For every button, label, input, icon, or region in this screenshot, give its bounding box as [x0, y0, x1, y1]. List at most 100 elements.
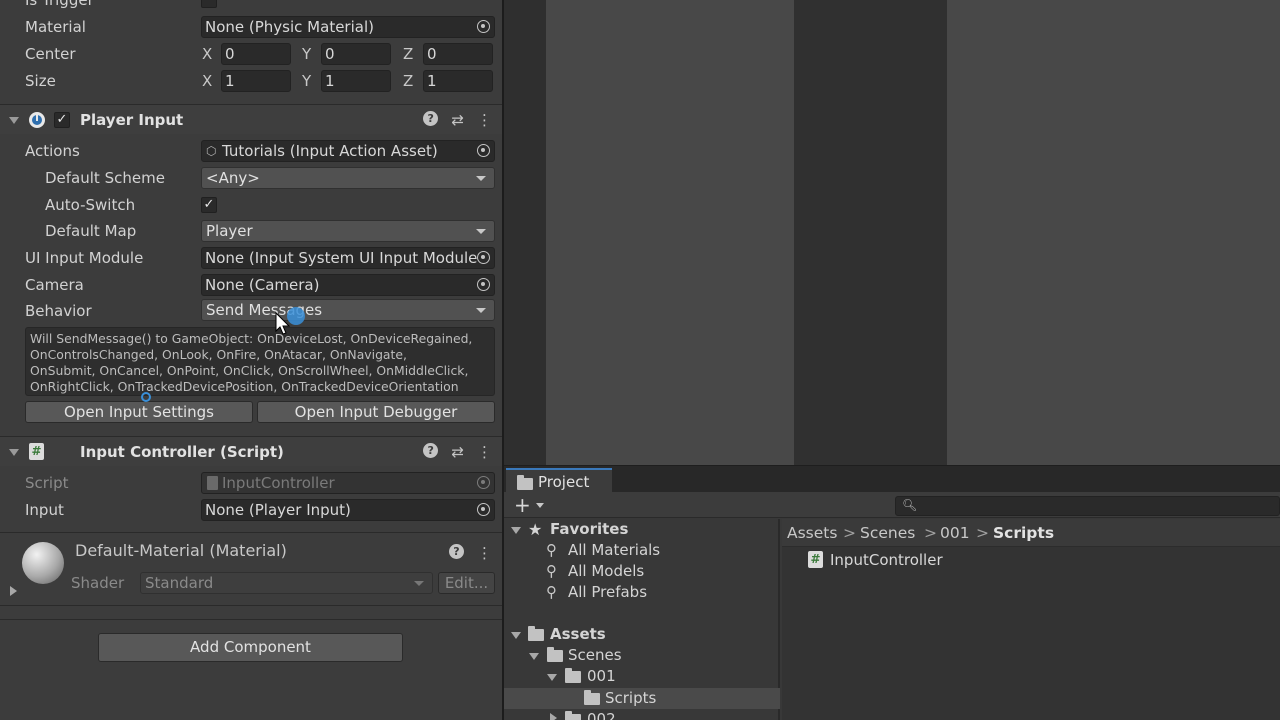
help-icon[interactable]: ?	[423, 443, 439, 458]
shader-dropdown[interactable]: Standard	[140, 572, 433, 594]
script-value: InputController	[222, 474, 335, 492]
star-icon: ★	[528, 520, 543, 539]
favorite-item[interactable]: All Prefabs	[568, 582, 647, 603]
ui-input-module-field[interactable]: None (Input System UI Input Module	[201, 247, 495, 269]
behavior-dropdown[interactable]: Send Messages	[201, 299, 495, 321]
presets-icon[interactable]: ⇄	[451, 111, 464, 129]
open-input-settings-button[interactable]: Open Input Settings	[25, 401, 253, 423]
scene-view[interactable]	[504, 0, 1280, 465]
auto-switch-checkbox[interactable]: ✓	[201, 197, 217, 213]
size-z-label[interactable]: Z	[403, 68, 413, 94]
default-map-dropdown[interactable]: Player	[201, 220, 495, 242]
material-preview-sphere	[22, 542, 64, 584]
breadcrumb-item[interactable]: 001	[940, 519, 970, 547]
player-input-header[interactable]: ✓ Player Input ? ⇄ ⋮	[0, 104, 502, 134]
foldout-arrow-icon[interactable]	[529, 653, 539, 660]
input-label: Input	[25, 501, 64, 519]
center-z-label[interactable]: Z	[403, 41, 413, 67]
header-icons: ? ⇄ ⋮	[415, 111, 492, 129]
favorites-label[interactable]: Favorites	[550, 519, 628, 540]
tree-scenes[interactable]: Scenes	[568, 645, 622, 666]
foldout-arrow-icon[interactable]	[550, 713, 557, 720]
size-z-field[interactable]: 1	[423, 70, 493, 92]
size-x-label[interactable]: X	[202, 68, 212, 94]
size-row: Size X 1 Y 1 Z 1	[0, 68, 502, 94]
center-y-label[interactable]: Y	[302, 41, 311, 67]
more-menu-icon[interactable]: ⋮	[477, 443, 492, 461]
default-scheme-dropdown[interactable]: <Any>	[201, 167, 495, 189]
help-icon[interactable]: ?	[448, 544, 464, 559]
camera-field[interactable]: None (Camera)	[201, 274, 495, 296]
tree-scripts[interactable]: Scripts	[605, 688, 656, 709]
project-search-input[interactable]: 🔍︎	[895, 496, 1280, 516]
component-enabled-checkbox[interactable]: ✓	[54, 112, 70, 128]
ui-input-module-value: None (Input System UI Input Module	[205, 249, 478, 267]
open-input-debugger-button[interactable]: Open Input Debugger	[257, 401, 495, 423]
breadcrumb-item[interactable]: Scenes	[860, 519, 915, 547]
player-input-icon	[29, 112, 45, 128]
center-label: Center	[25, 45, 76, 63]
more-menu-icon[interactable]: ⋮	[477, 111, 492, 129]
breadcrumb: Assets > Scenes > 001 > Scripts	[782, 519, 1280, 547]
create-plus-icon[interactable]: +	[514, 492, 531, 518]
is-trigger-checkbox[interactable]	[201, 0, 217, 8]
foldout-arrow-icon[interactable]	[10, 586, 17, 596]
object-picker-icon[interactable]	[477, 251, 490, 264]
search-icon: ⚲	[546, 541, 557, 559]
default-map-row: Default Map Player	[0, 218, 502, 244]
more-menu-icon[interactable]: ⋮	[477, 544, 492, 562]
center-x-label[interactable]: X	[202, 41, 212, 67]
center-z-field[interactable]: 0	[423, 43, 493, 65]
search-icon: 🔍︎	[902, 498, 918, 512]
size-x-field[interactable]: 1	[221, 70, 291, 92]
favorite-item[interactable]: All Models	[568, 561, 644, 582]
material-field[interactable]: None (Physic Material)	[201, 16, 495, 38]
size-y-field[interactable]: 1	[321, 70, 391, 92]
camera-row: Camera None (Camera)	[0, 272, 502, 298]
file-name: InputController	[830, 551, 943, 569]
actions-field[interactable]: ⬡ Tutorials (Input Action Asset)	[201, 140, 495, 162]
inspector-panel: Is Trigger Material None (Physic Materia…	[0, 0, 502, 720]
foldout-arrow-icon[interactable]	[9, 449, 19, 456]
object-picker-icon[interactable]	[477, 20, 490, 33]
script-label: Script	[25, 474, 69, 492]
project-tab-bar: Project	[504, 465, 1280, 493]
help-line: OnSubmit, OnCancel, OnPoint, OnClick, On…	[30, 363, 469, 378]
foldout-arrow-icon[interactable]	[9, 117, 19, 124]
auto-switch-row: Auto-Switch ✓	[0, 192, 502, 218]
object-picker-icon[interactable]	[477, 278, 490, 291]
folder-icon	[547, 647, 563, 662]
tree-002[interactable]: 002	[587, 709, 616, 720]
scene-region	[546, 0, 794, 465]
help-icon[interactable]: ?	[423, 111, 439, 126]
breadcrumb-item[interactable]: Assets	[787, 519, 837, 547]
default-scheme-row: Default Scheme <Any>	[0, 165, 502, 191]
default-scheme-label: Default Scheme	[45, 169, 165, 187]
edit-shader-button[interactable]: Edit...	[438, 572, 495, 594]
object-picker-icon[interactable]	[477, 144, 490, 157]
object-picker-icon[interactable]	[477, 503, 490, 516]
divider	[0, 532, 502, 533]
help-line: OnRightClick, OnTrackedDevicePosition, O…	[30, 379, 459, 394]
chevron-down-icon[interactable]	[536, 503, 544, 508]
tree-001[interactable]: 001	[587, 666, 616, 687]
actions-row: Actions ⬡ Tutorials (Input Action Asset)	[0, 138, 502, 164]
tree-assets[interactable]: Assets	[550, 624, 606, 645]
tab-project[interactable]: Project	[506, 468, 612, 493]
center-y-field[interactable]: 0	[321, 43, 391, 65]
foldout-arrow-icon[interactable]	[511, 632, 521, 639]
center-x-field[interactable]: 0	[221, 43, 291, 65]
size-y-label[interactable]: Y	[302, 68, 311, 94]
behavior-row: Behavior Send Messages	[0, 298, 502, 324]
input-field[interactable]: None (Player Input)	[201, 499, 495, 521]
folder-icon	[565, 668, 581, 683]
presets-icon[interactable]: ⇄	[451, 443, 464, 461]
search-icon: ⚲	[546, 562, 557, 580]
foldout-arrow-icon[interactable]	[547, 674, 557, 681]
breadcrumb-item-current[interactable]: Scripts	[993, 519, 1054, 547]
material-header-icons: ? ⋮	[441, 544, 492, 562]
input-controller-header[interactable]: # Input Controller (Script) ? ⇄ ⋮	[0, 436, 502, 466]
add-component-button[interactable]: Add Component	[98, 633, 403, 662]
foldout-arrow-icon[interactable]	[511, 527, 521, 534]
favorite-item[interactable]: All Materials	[568, 540, 660, 561]
